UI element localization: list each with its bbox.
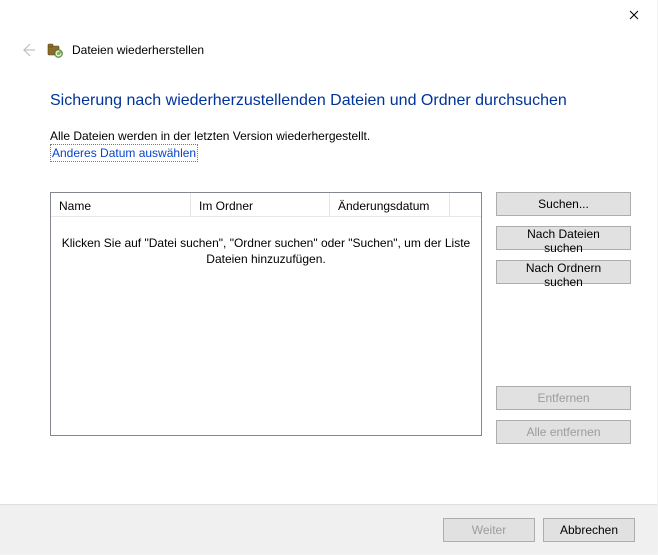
next-button: Weiter (443, 518, 535, 542)
choose-date-link[interactable]: Anderes Datum auswählen (50, 144, 198, 162)
titlebar (0, 0, 657, 32)
side-buttons-top: Suchen... Nach Dateien suchen Nach Ordne… (496, 192, 631, 284)
back-button[interactable] (18, 40, 38, 60)
file-list: Name Im Ordner Änderungsdatum Klicken Si… (50, 192, 482, 436)
remove-button: Entfernen (496, 386, 631, 410)
page-heading: Sicherung nach wiederherzustellenden Dat… (50, 92, 627, 110)
column-spacer (450, 193, 481, 217)
search-files-button[interactable]: Nach Dateien suchen (496, 226, 631, 250)
wizard-footer: Weiter Abbrechen (0, 504, 657, 554)
wizard-header: Dateien wiederherstellen (18, 40, 639, 60)
window-close-button[interactable] (611, 0, 657, 30)
search-button[interactable]: Suchen... (496, 192, 631, 216)
restore-files-icon (46, 41, 64, 59)
file-list-header: Name Im Ordner Änderungsdatum (51, 193, 481, 217)
file-list-body: Klicken Sie auf "Datei suchen", "Ordner … (51, 217, 481, 435)
file-list-placeholder: Klicken Sie auf "Datei suchen", "Ordner … (59, 235, 473, 267)
page-subtext-block: Alle Dateien werden in der letzten Versi… (50, 128, 627, 162)
remove-all-button: Alle entfernen (496, 420, 631, 444)
workarea: Name Im Ordner Änderungsdatum Klicken Si… (50, 192, 631, 444)
page-subtext: Alle Dateien werden in der letzten Versi… (50, 129, 370, 143)
column-name[interactable]: Name (51, 193, 191, 217)
cancel-button[interactable]: Abbrechen (543, 518, 635, 542)
search-folders-button[interactable]: Nach Ordnern suchen (496, 260, 631, 284)
column-folder[interactable]: Im Ordner (191, 193, 330, 217)
close-icon (629, 10, 639, 20)
wizard-title: Dateien wiederherstellen (72, 43, 204, 57)
side-buttons-bottom: Entfernen Alle entfernen (496, 386, 631, 444)
back-arrow-icon (20, 42, 36, 58)
column-date[interactable]: Änderungsdatum (330, 193, 450, 217)
